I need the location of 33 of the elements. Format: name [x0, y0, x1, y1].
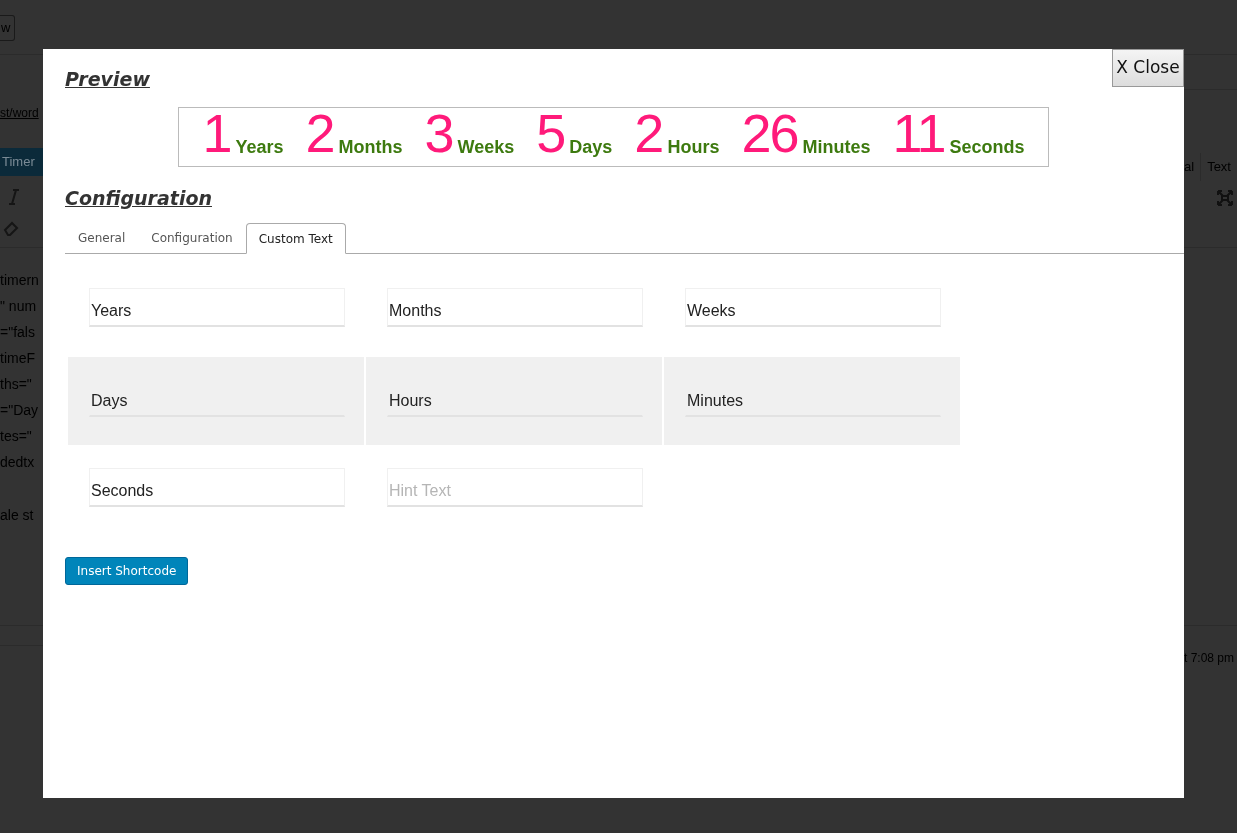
countdown-number: 2 — [634, 111, 663, 155]
countdown-number: 3 — [424, 111, 453, 155]
close-button[interactable]: X Close — [1112, 49, 1184, 87]
italic-icon[interactable] — [9, 189, 19, 205]
tab[interactable]: Custom Text — [245, 223, 346, 254]
text-field[interactable]: Hint Text — [387, 468, 643, 507]
tab[interactable]: General — [65, 222, 139, 253]
section-heading: Preview — [65, 67, 150, 92]
text-field-cell[interactable]: Days — [68, 357, 364, 445]
eraser-icon[interactable] — [3, 220, 19, 236]
text-field[interactable]: Months — [387, 288, 643, 327]
countdown-unit: Minutes — [802, 139, 871, 155]
countdown-number: 26 — [741, 111, 798, 155]
countdown-number: 2 — [305, 111, 334, 155]
insert-shortcode-button[interactable]: Insert Shortcode — [65, 557, 189, 585]
fullscreen-icon[interactable] — [1217, 190, 1233, 206]
text-field[interactable]: Years — [89, 288, 345, 327]
countdown-unit: Seconds — [949, 139, 1025, 155]
text-field[interactable]: Weeks — [685, 288, 941, 327]
countdown-unit: Months — [338, 139, 403, 155]
countdown-unit: Weeks — [457, 139, 515, 155]
countdown-number: 1 — [202, 111, 231, 155]
countdown-unit: Hours — [667, 139, 720, 155]
text-field-cell[interactable]: Minutes — [664, 357, 960, 445]
countdown-number: 11 — [892, 111, 945, 155]
countdown-number: 5 — [536, 111, 565, 155]
countdown-unit: Years — [235, 139, 284, 155]
tab[interactable]: Configuration — [138, 222, 246, 253]
countdown-unit: Days — [569, 139, 613, 155]
editor-tab[interactable]: Timer — [0, 148, 43, 176]
text-field-cell[interactable]: Hours — [366, 357, 662, 445]
section-heading: Configuration — [65, 186, 212, 211]
text-field[interactable]: Seconds — [89, 468, 345, 507]
